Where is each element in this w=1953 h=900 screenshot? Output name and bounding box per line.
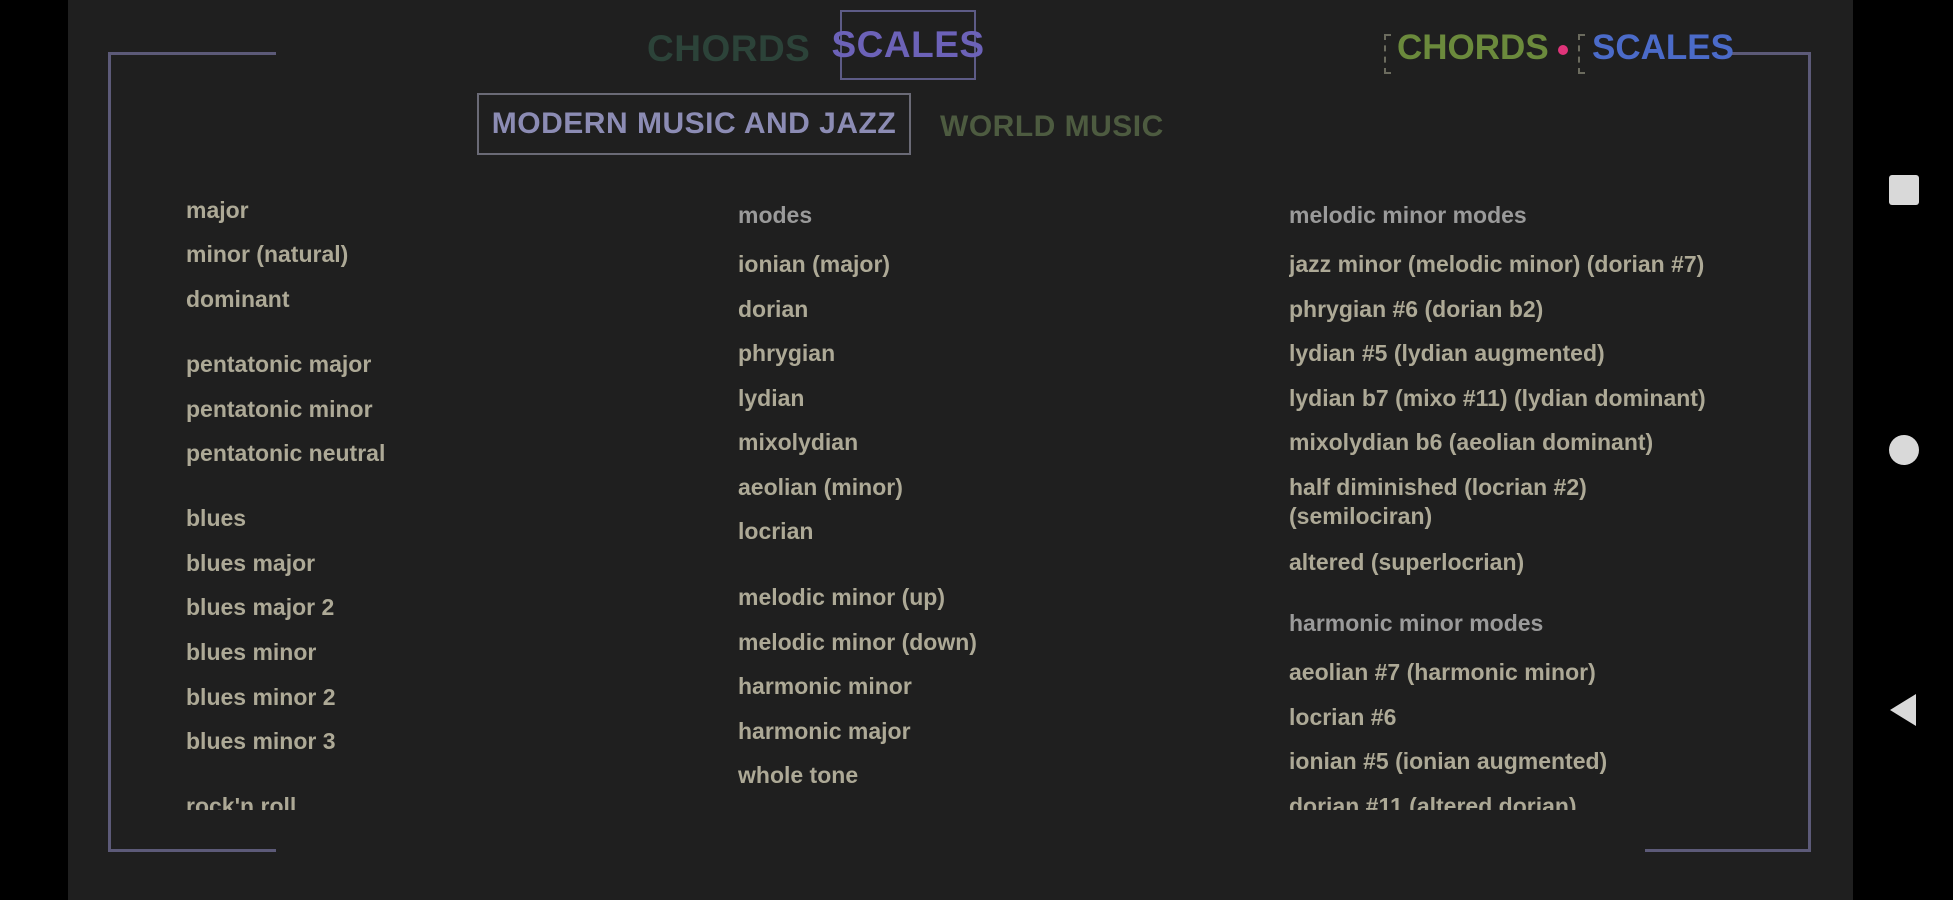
list-item[interactable]: jazz minor (melodic minor) (dorian #7)	[1289, 250, 1704, 278]
list-item[interactable]: aeolian (minor)	[738, 473, 903, 501]
list-item[interactable]: lydian	[738, 384, 804, 412]
list-item[interactable]: blues major 2	[186, 593, 334, 621]
home-icon[interactable]	[1886, 432, 1922, 468]
list-item[interactable]: melodic minor (up)	[738, 583, 945, 611]
list-item[interactable]: rock'n roll	[186, 792, 296, 810]
list-item[interactable]: ionian (major)	[738, 250, 890, 278]
list-item[interactable]: mixolydian	[738, 428, 858, 456]
section-heading: harmonic minor modes	[1289, 610, 1544, 636]
list-item[interactable]: blues major	[186, 549, 315, 577]
list-item[interactable]: blues minor 3	[186, 727, 336, 755]
logo-scales-text: SCALES	[1592, 28, 1734, 67]
list-item[interactable]: ionian #5 (ionian augmented)	[1289, 747, 1607, 775]
scale-list-left: major minor (natural) dominant pentatoni…	[186, 180, 686, 810]
list-item[interactable]: harmonic major	[738, 717, 911, 745]
list-item[interactable]: lydian b7 (mixo #11) (lydian dominant)	[1289, 384, 1706, 412]
back-icon[interactable]	[1886, 692, 1922, 728]
section-heading: modes	[738, 202, 813, 228]
list-item[interactable]: phrygian	[738, 339, 835, 367]
list-item[interactable]: dorian	[738, 295, 808, 323]
tab-chords[interactable]: CHORDS	[647, 28, 810, 70]
list-item[interactable]: mixolydian b6 (aeolian dominant)	[1289, 428, 1653, 456]
list-item[interactable]: altered (superlocrian)	[1289, 548, 1524, 576]
section-heading: melodic minor modes	[1289, 202, 1527, 228]
list-item-continuation[interactable]: (semilociran)	[1289, 502, 1432, 530]
tab-world-music[interactable]: WORLD MUSIC	[940, 110, 1164, 144]
list-item[interactable]: minor (natural)	[186, 240, 348, 268]
list-item[interactable]: pentatonic minor	[186, 395, 373, 423]
list-item[interactable]: whole tone	[738, 761, 858, 789]
logo-chords-text: CHORDS	[1397, 28, 1549, 67]
list-item[interactable]: blues	[186, 504, 246, 532]
list-item[interactable]: blues minor 2	[186, 683, 336, 711]
scale-list-right: melodic minor modes jazz minor (melodic …	[1289, 180, 1799, 810]
list-item[interactable]: aeolian #7 (harmonic minor)	[1289, 658, 1596, 686]
list-item[interactable]: pentatonic neutral	[186, 439, 385, 467]
list-item[interactable]: dorian #11 (altered dorian)	[1289, 792, 1577, 810]
list-item[interactable]: phrygian #6 (dorian b2)	[1289, 295, 1543, 323]
list-item[interactable]: dominant	[186, 285, 290, 313]
scale-list-middle: modes ionian (major) dorian phrygian lyd…	[738, 180, 1238, 810]
list-item[interactable]: major	[186, 196, 249, 224]
tab-scales[interactable]: SCALES	[831, 10, 984, 80]
list-item[interactable]: locrian	[738, 517, 813, 545]
list-item[interactable]: half diminished (locrian #2)	[1289, 473, 1587, 501]
logo-bracket-left	[1384, 34, 1391, 74]
tab-modern-music-and-jazz[interactable]: MODERN MUSIC AND JAZZ	[477, 93, 911, 155]
list-item[interactable]: pentatonic major	[186, 350, 371, 378]
list-item[interactable]: lydian #5 (lydian augmented)	[1289, 339, 1605, 367]
list-item[interactable]: blues minor	[186, 638, 316, 666]
recents-icon[interactable]	[1886, 172, 1922, 208]
list-item[interactable]: melodic minor (down)	[738, 628, 977, 656]
list-item[interactable]: locrian #6	[1289, 703, 1396, 731]
logo-bracket-right	[1578, 34, 1585, 74]
logo-dot	[1558, 45, 1568, 55]
list-item[interactable]: harmonic minor	[738, 672, 912, 700]
